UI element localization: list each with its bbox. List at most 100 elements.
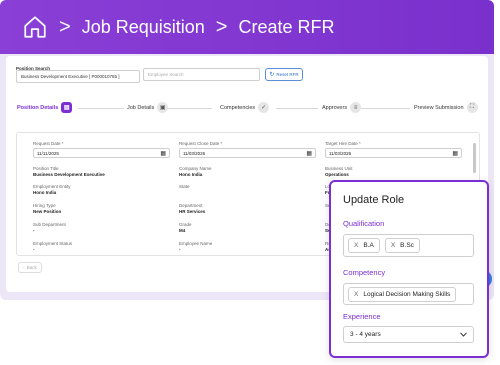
hire-date-input[interactable]: 11/03/2026 ▦	[325, 148, 462, 158]
update-role-panel: Update Role Qualification X B.A X B.Sc C…	[329, 180, 489, 358]
reset-rfr-button[interactable]: ↻ Reset RFR	[265, 68, 303, 81]
request-date-label: Request Date *	[33, 141, 64, 146]
hiring-type-label: Hiring Type	[33, 203, 56, 208]
employment-entity-field: Employment Entity Hono India	[33, 184, 71, 195]
remove-icon[interactable]: X	[354, 242, 358, 249]
employee-name-label: Employee Name	[179, 241, 213, 246]
experience-label: Experience	[343, 312, 381, 321]
state-label: State	[179, 184, 190, 189]
chip-label: Logical Decision Making Skills	[363, 290, 451, 298]
calendar-icon[interactable]: ▦	[452, 150, 458, 157]
document-icon: ▤	[61, 102, 73, 113]
hire-date-value: 11/03/2026	[329, 150, 352, 156]
step-connector	[78, 108, 124, 109]
employment-status-value: -	[33, 247, 35, 252]
sub-department-value: -	[33, 228, 35, 233]
calendar-icon[interactable]: ▦	[306, 150, 312, 157]
back-button[interactable]: ‹ Back	[18, 262, 42, 273]
list-icon: ≡	[350, 102, 362, 113]
sub-department-label: Sub Department	[33, 222, 66, 227]
refresh-icon: ↻	[269, 72, 275, 78]
position-title-label: Position Title	[33, 166, 59, 171]
chip-label: B.A	[363, 242, 374, 249]
chevron-left-icon: ‹	[23, 265, 25, 270]
grade-value: M4	[179, 228, 186, 233]
expand-icon: ⛶	[466, 102, 478, 113]
department-value: HR Services	[179, 209, 206, 214]
position-search-input[interactable]: Business Development Executive [ P000010…	[16, 70, 140, 83]
grade-label: Grade	[179, 222, 192, 227]
chip-label: B.Sc	[400, 242, 414, 249]
competency-label: Competency	[343, 268, 386, 277]
qualification-label: Qualification	[343, 219, 385, 228]
chevron-right-icon: >	[215, 15, 228, 38]
position-title-value: Business Development Executive	[33, 172, 105, 177]
employment-status-field: Employment Status -	[33, 241, 72, 252]
step-connector	[276, 108, 318, 109]
home-icon[interactable]	[22, 14, 48, 40]
step-competencies[interactable]: Competencies ✓	[220, 102, 270, 113]
chevron-down-icon	[460, 332, 467, 337]
employee-search-input[interactable]: Employee Search	[143, 68, 260, 81]
step-label: Competencies	[220, 104, 256, 111]
breadcrumb-job-requisition[interactable]: Job Requisition	[82, 17, 205, 38]
calendar-icon[interactable]: ▦	[160, 150, 166, 157]
qualification-input[interactable]: X B.A X B.Sc	[343, 234, 474, 257]
hiring-type-field: Hiring Type New Position	[33, 203, 61, 214]
check-circle-icon: ✓	[258, 102, 270, 113]
business-unit-label: Business Unit	[325, 166, 353, 171]
company-name-label: Company Name	[179, 166, 212, 171]
step-label: Approvers	[322, 104, 348, 111]
step-job-details[interactable]: Job Details ▣	[127, 102, 169, 113]
department-label: Department	[179, 203, 203, 208]
form-scrollbar[interactable]	[473, 143, 476, 173]
qualification-chip: X B.A	[348, 238, 380, 253]
close-date-field: Request Close Date * 11/03/2026 ▦	[179, 141, 316, 158]
department-field: Department HR Services	[179, 203, 205, 214]
panel-title: Update Role	[343, 194, 405, 206]
step-connector	[360, 108, 410, 109]
qualification-chip: X B.Sc	[384, 238, 420, 253]
employment-status-label: Employment Status	[33, 241, 73, 246]
sub-department-field: Sub Department -	[33, 222, 66, 233]
company-name-field: Company Name Hono India	[179, 166, 212, 177]
request-date-field: Request Date * 11/11/2025 ▦	[33, 141, 170, 158]
close-date-label: Request Close Date *	[179, 141, 223, 146]
position-title-field: Position Title Business Development Exec…	[33, 166, 105, 177]
close-date-value: 11/03/2026	[183, 150, 206, 156]
step-label: Job Details	[127, 104, 155, 111]
remove-icon[interactable]: X	[391, 242, 395, 249]
step-preview-submission[interactable]: Preview Submission ⛶	[414, 102, 478, 113]
employee-name-field: Employee Name -	[179, 241, 212, 252]
reset-rfr-label: Reset RFR	[276, 72, 299, 77]
state-field: State	[179, 184, 190, 190]
step-label: Position Details	[17, 104, 59, 111]
business-unit-field: Business Unit Operations	[325, 166, 353, 177]
hiring-type-value: New Position	[33, 209, 62, 214]
step-position-details[interactable]: Position Details ▤	[17, 102, 73, 113]
grade-field: Grade M4	[179, 222, 192, 233]
employee-name-value: -	[179, 247, 181, 252]
employment-entity-value: Hono India	[33, 190, 57, 195]
competency-input[interactable]: X Logical Decision Making Skills	[343, 283, 474, 305]
request-date-value: 11/11/2025	[37, 150, 59, 156]
step-approvers[interactable]: Approvers ≡	[322, 102, 362, 113]
business-unit-value: Operations	[325, 172, 349, 177]
back-label: Back	[26, 265, 37, 270]
competency-chip: X Logical Decision Making Skills	[348, 286, 457, 302]
page-title: Create RFR	[238, 16, 335, 37]
request-date-input[interactable]: 11/11/2025 ▦	[33, 148, 170, 158]
close-date-input[interactable]: 11/03/2026 ▦	[179, 148, 316, 158]
company-name-value: Hono India	[179, 172, 203, 177]
stepper: Position Details ▤ Job Details ▣ Compete…	[14, 102, 480, 116]
experience-select[interactable]: 3 - 4 years	[343, 326, 474, 343]
step-connector	[166, 108, 212, 109]
hire-date-field: Target Hire Date * 11/03/2026 ▦	[325, 141, 462, 158]
hire-date-label: Target Hire Date *	[325, 141, 361, 146]
employment-entity-label: Employment Entity	[33, 184, 71, 189]
header-bar: > Job Requisition > Create RFR	[0, 0, 494, 54]
chevron-right-icon: >	[59, 15, 71, 38]
briefcase-icon: ▣	[157, 102, 169, 113]
remove-icon[interactable]: X	[354, 291, 358, 298]
experience-value: 3 - 4 years	[350, 331, 381, 338]
